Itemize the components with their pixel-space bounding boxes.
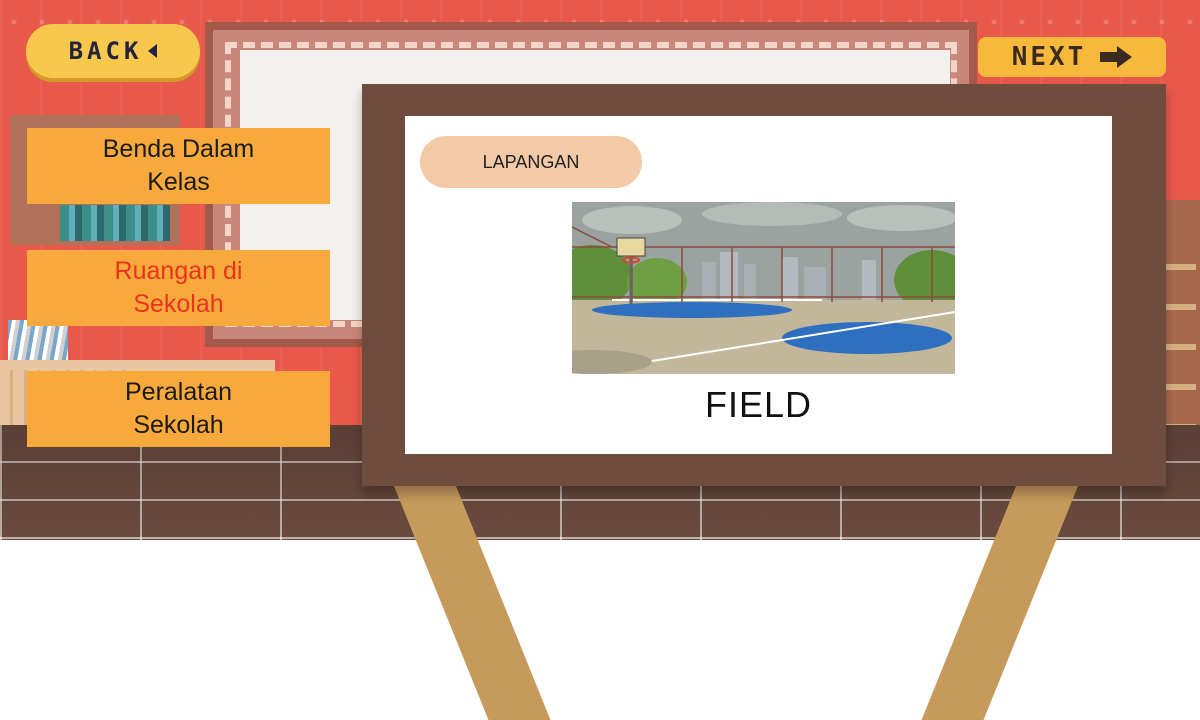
menu-item-peralatan-sekolah[interactable]: Peralatan Sekolah <box>27 371 330 447</box>
pencil-cup <box>8 320 68 360</box>
bookshelf-right <box>1160 200 1200 440</box>
indonesian-word-pill: LAPANGAN <box>420 136 642 188</box>
menu-item-label: Ruangan di Sekolah <box>114 257 243 318</box>
basketball-court-icon <box>572 202 955 374</box>
next-arrow-icon <box>1100 46 1133 68</box>
books <box>60 205 170 241</box>
back-arrow-icon <box>148 44 158 58</box>
indonesian-word: LAPANGAN <box>482 151 580 172</box>
back-button-label: BACK <box>68 37 143 65</box>
menu-item-benda-dalam-kelas[interactable]: Benda Dalam Kelas <box>27 128 330 204</box>
menu-item-ruangan-di-sekolah[interactable]: Ruangan di Sekolah <box>27 250 330 326</box>
back-button[interactable]: BACK <box>26 24 200 78</box>
next-button-label: NEXT <box>1011 42 1087 72</box>
menu-item-label: Benda Dalam Kelas <box>102 135 255 196</box>
menu-item-label: Peralatan Sekolah <box>124 378 233 439</box>
next-button[interactable]: NEXT <box>978 37 1166 77</box>
english-word: FIELD <box>704 384 813 425</box>
